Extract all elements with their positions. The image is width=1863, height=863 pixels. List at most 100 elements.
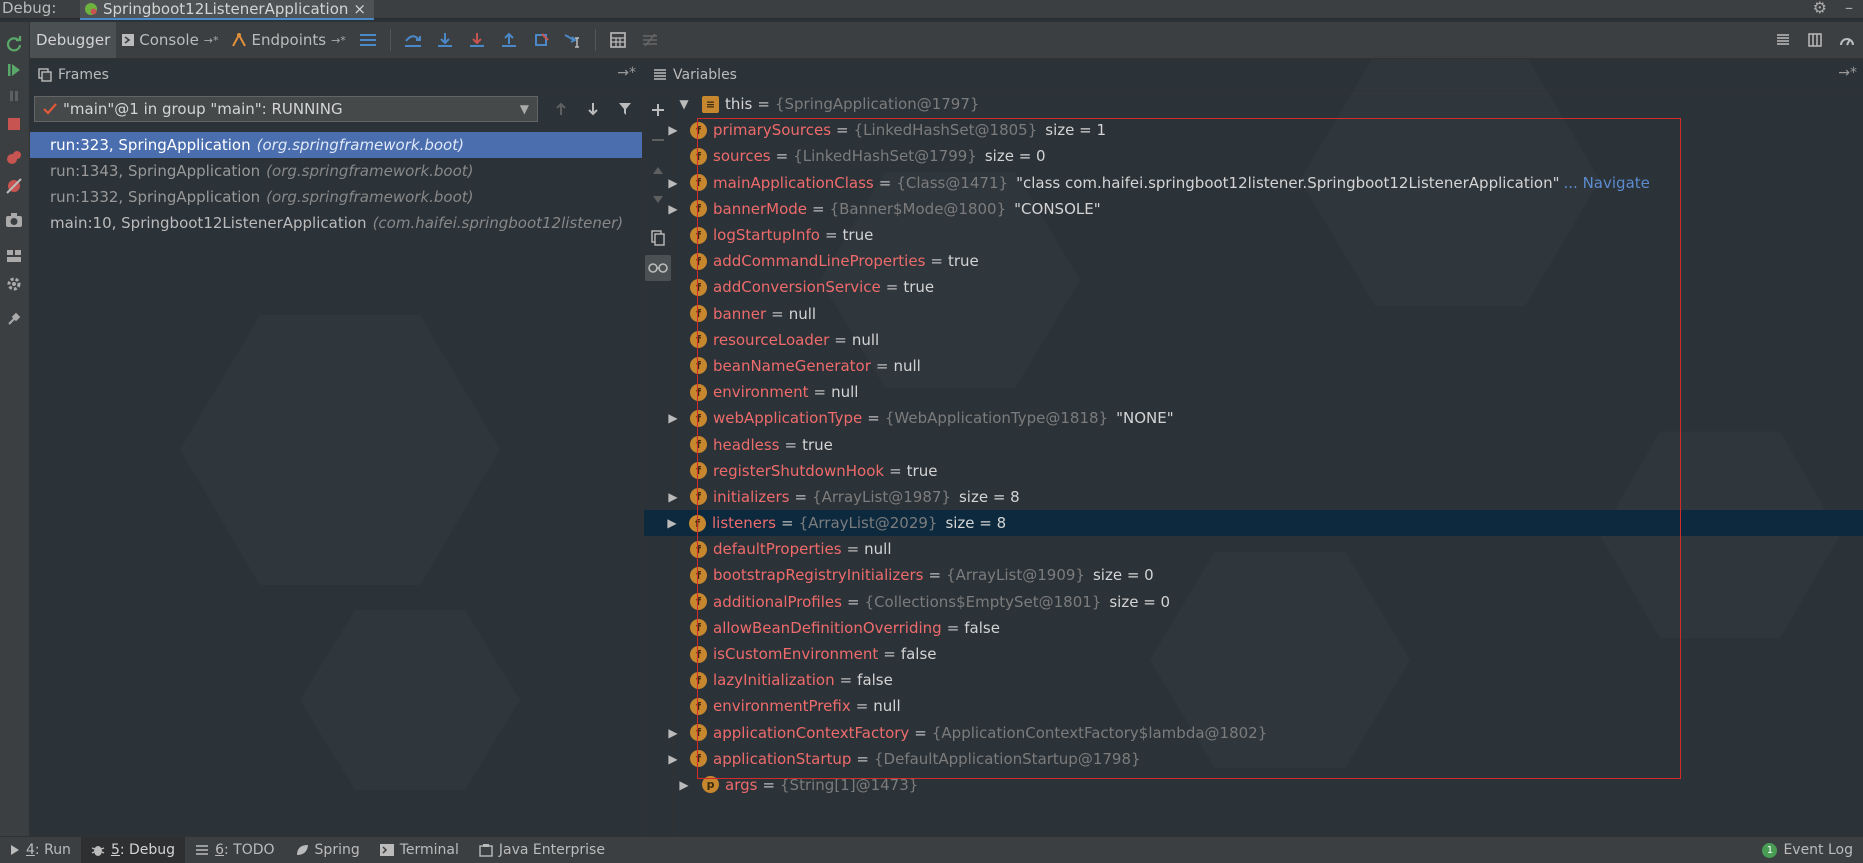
- tree-row-field[interactable]: f sources = {LinkedHashSet@1799} size = 0: [645, 143, 1863, 169]
- tree-row-field[interactable]: ▶ f applicationStartup = {DefaultApplication…: [645, 746, 1863, 772]
- equals-sign: =: [889, 461, 902, 480]
- tree-row-field[interactable]: f addCommandLineProperties = true: [645, 248, 1863, 274]
- frame-item[interactable]: run:323, SpringApplication (org.springfr…: [30, 132, 642, 158]
- tree-row-field[interactable]: ▶ f initializers = {ArrayList@1987} size = 8: [645, 484, 1863, 510]
- tree-row-field[interactable]: f bootstrapRegistryInitializers = {ArrayLis…: [645, 562, 1863, 588]
- tree-row-field[interactable]: ▶ f bannerMode = {Banner$Mode@1800} "CONSOLE": [645, 196, 1863, 222]
- collapsed-arrow-icon[interactable]: ▶: [666, 516, 678, 530]
- settings-icon[interactable]: [2, 272, 26, 296]
- frame-item[interactable]: main:10, Springboot12ListenerApplication…: [30, 210, 642, 236]
- collapsed-arrow-icon[interactable]: ▶: [667, 490, 679, 504]
- spring-label: Spring: [314, 842, 360, 858]
- drop-frame-icon[interactable]: [525, 22, 557, 58]
- next-frame-icon[interactable]: [580, 97, 606, 121]
- event-log-label: Event Log: [1783, 842, 1853, 858]
- frame-item[interactable]: run:1343, SpringApplication (org.springf…: [30, 158, 642, 184]
- collapsed-arrow-icon[interactable]: ▶: [667, 202, 679, 216]
- evaluate-expression-icon[interactable]: [602, 22, 634, 58]
- tree-row-field[interactable]: ▶ f webApplicationType = {WebApplicationType…: [645, 405, 1863, 431]
- pause-icon[interactable]: [2, 84, 26, 108]
- collapsed-arrow-icon[interactable]: ▶: [667, 752, 679, 766]
- rerun-icon[interactable]: [2, 32, 26, 56]
- tree-row-field[interactable]: ▶ f listeners = {ArrayList@2029} size = 8: [644, 510, 1863, 537]
- var-ref: {LinkedHashSet@1799}: [793, 147, 977, 166]
- layout-icon[interactable]: [2, 244, 26, 268]
- equals-sign: =: [855, 697, 869, 716]
- tab-todo[interactable]: 6: TODO: [185, 837, 284, 863]
- previous-frame-icon[interactable]: [548, 97, 574, 121]
- frames-pin-icon[interactable]: →*: [617, 65, 636, 81]
- tree-row-field[interactable]: ▶ f mainApplicationClass = {Class@1471} "clas…: [645, 170, 1863, 196]
- tree-row-field[interactable]: f banner = null: [645, 301, 1863, 327]
- camera-icon[interactable]: [2, 208, 26, 232]
- collapsed-arrow-icon[interactable]: ▶: [667, 123, 679, 137]
- tree-row-field[interactable]: ▶ f primarySources = {LinkedHashSet@1805} siz…: [645, 117, 1863, 143]
- var-name: resourceLoader: [713, 330, 830, 349]
- force-step-into-icon[interactable]: [461, 22, 493, 58]
- event-log[interactable]: 1 Event Log: [1762, 837, 1853, 863]
- tree-row-field[interactable]: f registerShutdownHook = true: [645, 458, 1863, 484]
- field-icon: f: [690, 226, 707, 244]
- equals-sign: =: [780, 514, 794, 533]
- field-icon: f: [690, 671, 707, 689]
- collapsed-arrow-icon[interactable]: ▶: [667, 411, 679, 425]
- collapsed-arrow-icon[interactable]: ▶: [667, 176, 679, 190]
- tree-row-field[interactable]: f isCustomEnvironment = false: [645, 641, 1863, 667]
- tab-terminal[interactable]: Terminal: [370, 837, 469, 863]
- tab-endpoints[interactable]: Endpoints →*: [225, 22, 352, 58]
- thread-selector[interactable]: "main"@1 in group "main": RUNNING ▼: [34, 96, 538, 122]
- stop-icon[interactable]: [2, 112, 26, 136]
- tree-row-args[interactable]: ▶ p args = {String[1]@1473}: [645, 772, 1863, 798]
- step-over-icon[interactable]: [397, 22, 429, 58]
- var-name: addCommandLineProperties: [713, 252, 926, 271]
- close-tab-icon[interactable]: ×: [353, 0, 366, 18]
- var-value: "CONSOLE": [1014, 199, 1101, 218]
- tree-row-field[interactable]: f addConversionService = true: [645, 274, 1863, 300]
- view-breakpoints-icon[interactable]: [2, 146, 26, 170]
- tab-debugger[interactable]: Debugger: [30, 22, 117, 58]
- settings-gear-icon[interactable]: ⚙: [1813, 0, 1827, 17]
- list-view-icon[interactable]: [1767, 22, 1799, 58]
- tab-spring[interactable]: Spring: [285, 837, 370, 863]
- resume-icon[interactable]: [2, 58, 26, 82]
- tree-row-field[interactable]: f environment = null: [645, 379, 1863, 405]
- navigate-link[interactable]: ... Navigate: [1564, 174, 1650, 192]
- expanded-arrow-icon[interactable]: ▼: [678, 97, 690, 111]
- step-into-icon[interactable]: [429, 22, 461, 58]
- filter-icon[interactable]: [612, 97, 638, 121]
- tree-row-field[interactable]: f environmentPrefix = null: [645, 693, 1863, 719]
- tree-row-field[interactable]: ▶ f applicationContextFactory = {Application…: [645, 720, 1863, 746]
- run-config-tab[interactable]: Springboot12ListenerApplication ×: [80, 0, 374, 20]
- field-icon: f: [690, 252, 707, 270]
- tree-row-field[interactable]: f additionalProfiles = {Collections$EmptySe…: [645, 589, 1863, 615]
- pin-tab-icon[interactable]: [2, 307, 26, 331]
- equals-sign: =: [813, 383, 827, 402]
- tree-row-field[interactable]: f beanNameGenerator = null: [645, 353, 1863, 379]
- frame-method: run:1332, SpringApplication: [50, 188, 261, 206]
- minimize-icon[interactable]: –: [1845, 0, 1853, 17]
- trace-stream-icon[interactable]: [634, 22, 666, 58]
- frame-item[interactable]: run:1332, SpringApplication (org.springf…: [30, 184, 642, 210]
- collapsed-arrow-icon[interactable]: ▶: [678, 778, 690, 792]
- tab-java-enterprise[interactable]: Java Enterprise: [469, 837, 615, 863]
- tab-run[interactable]: 4: Run: [0, 837, 81, 863]
- tree-row-field[interactable]: f logStartupInfo = true: [645, 222, 1863, 248]
- show-execution-point-icon[interactable]: [352, 22, 384, 58]
- tree-row-field[interactable]: f headless = true: [645, 431, 1863, 457]
- var-value: true: [842, 226, 874, 245]
- tree-row-this[interactable]: ▼ ≡ this = {SpringApplication@1797}: [645, 91, 1863, 117]
- variables-pin-icon[interactable]: →*: [1838, 65, 1857, 81]
- step-out-icon[interactable]: [493, 22, 525, 58]
- overhead-icon[interactable]: [1831, 22, 1863, 58]
- tree-row-field[interactable]: f allowBeanDefinitionOverriding = false: [645, 615, 1863, 641]
- tree-row-field[interactable]: f defaultProperties = null: [645, 536, 1863, 562]
- mute-breakpoints-icon[interactable]: [2, 174, 26, 198]
- collapsed-arrow-icon[interactable]: ▶: [667, 726, 679, 740]
- memory-view-icon[interactable]: [1799, 22, 1831, 58]
- tree-row-field[interactable]: f resourceLoader = null: [645, 327, 1863, 353]
- equals-sign: =: [885, 278, 899, 297]
- tree-row-field[interactable]: f lazyInitialization = false: [645, 667, 1863, 693]
- tab-console[interactable]: Console →*: [116, 22, 224, 58]
- tab-debug[interactable]: 5: Debug: [80, 837, 186, 863]
- run-to-cursor-icon[interactable]: [557, 22, 589, 58]
